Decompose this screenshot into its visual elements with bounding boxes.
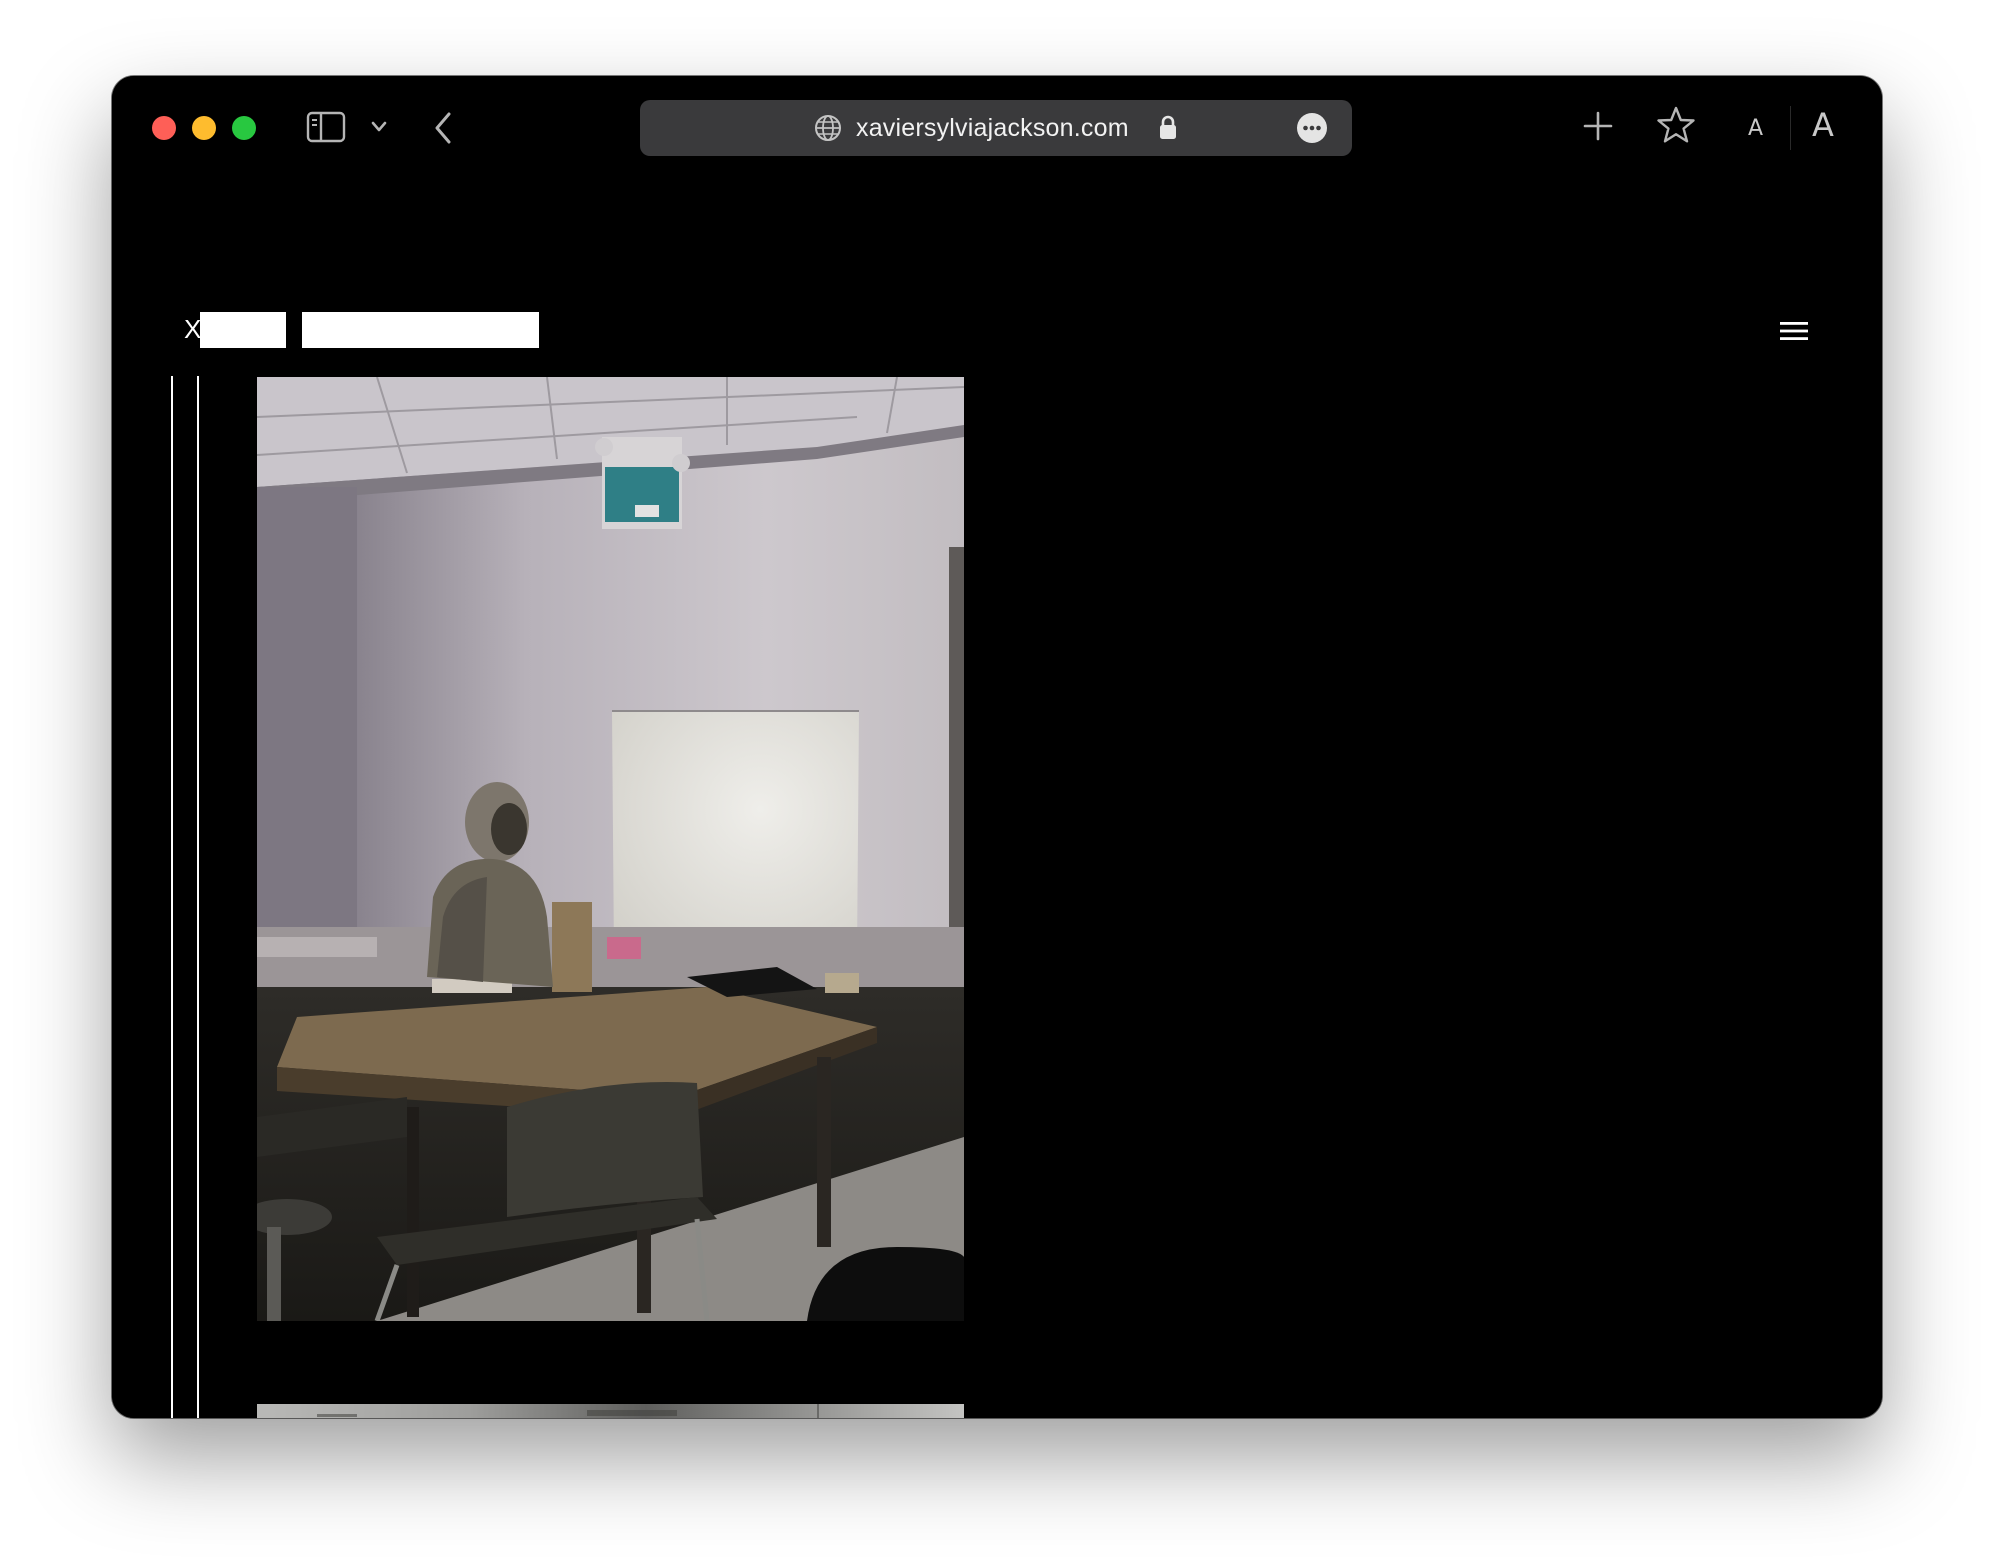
toolbar-divider [1790,106,1791,150]
address-bar[interactable]: xaviersylviajackson.com [640,100,1352,156]
plus-icon[interactable] [1582,110,1614,142]
lock-icon [1160,115,1176,139]
globe-icon [815,115,841,141]
decrease-font-size-button[interactable]: A [1748,116,1763,141]
url-text[interactable]: xaviersylviajackson.com [856,100,1129,156]
browser-window: xaviersylviajackson.com A A X [112,76,1882,1418]
gallery-photo-concrete[interactable] [257,1404,964,1418]
star-icon[interactable] [1656,106,1696,144]
increase-font-size-button[interactable]: A [1812,106,1834,144]
gallery-photo-classroom[interactable] [257,377,964,1321]
close-window-button[interactable] [152,116,176,140]
site-title-initial[interactable]: X [184,315,201,343]
decorative-vertical-line [171,376,173,1418]
hamburger-menu-icon[interactable] [1779,320,1809,342]
sidebar-icon[interactable] [306,111,346,143]
back-arrow-icon[interactable] [432,110,454,146]
web-page: X [112,180,1882,1418]
browser-toolbar: xaviersylviajackson.com A A [112,76,1882,180]
maximize-window-button[interactable] [232,116,256,140]
redacted-title-block-2 [302,312,539,348]
chevron-down-icon[interactable] [370,118,388,136]
redacted-title-block [200,312,286,348]
decorative-vertical-line-2 [197,376,199,1418]
more-icon[interactable] [1296,112,1328,144]
minimize-window-button[interactable] [192,116,216,140]
